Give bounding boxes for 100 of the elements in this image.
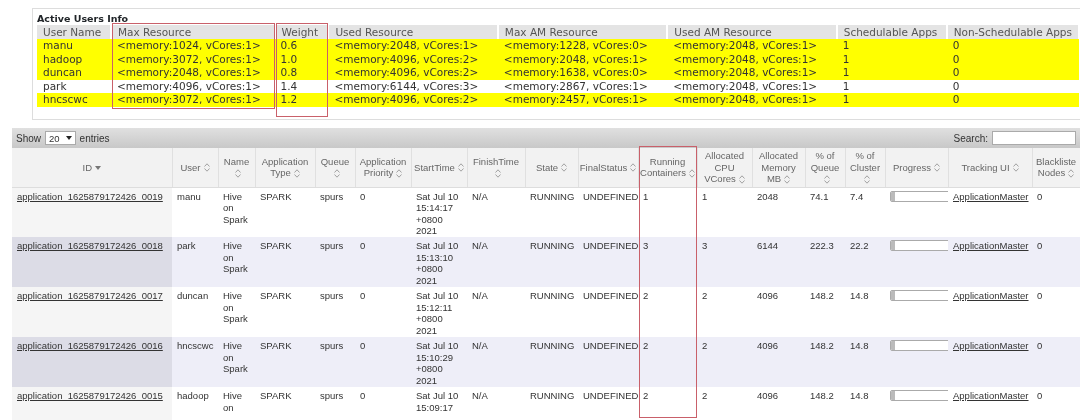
sort-icon (1068, 169, 1075, 179)
table-cell: <memory:2048, vCores:1> (667, 66, 837, 80)
column-header: Weight (274, 25, 329, 39)
sort-icon (630, 163, 637, 173)
table-cell: hncscwc (37, 93, 111, 107)
table-cell: 148.2 (810, 290, 834, 301)
table-cell: <memory:2048, vCores:1> (667, 39, 837, 53)
table-cell: <memory:4096, vCores:1> (110, 79, 275, 93)
table-cell: UNDEFINED (583, 190, 639, 202)
table-cell: 2 (702, 390, 708, 401)
column-header[interactable]: % of Cluster (845, 148, 885, 187)
table-cell: park (177, 240, 196, 251)
column-header[interactable]: Tracking UI (948, 148, 1032, 187)
table-cell: Hive on Spark (223, 340, 248, 374)
table-cell: SPARK (260, 340, 292, 351)
table-link[interactable]: ApplicationMaster (953, 190, 1029, 202)
sort-icon (561, 163, 568, 173)
table-cell: 2 (702, 290, 708, 301)
table-cell: 0 (360, 390, 366, 401)
table-cell: SPARK (260, 390, 292, 401)
table-cell: <memory:2867, vCores:1> (497, 79, 668, 93)
column-header[interactable]: StartTime (411, 148, 467, 187)
table-cell: <memory:3072, vCores:1> (110, 93, 275, 107)
table-cell: N/A (472, 390, 488, 401)
column-header[interactable]: Allocated CPU VCores (697, 148, 752, 187)
table-cell: 0 (1037, 240, 1043, 251)
table-cell: 2 (643, 340, 649, 351)
table-cell: 0 (360, 290, 366, 301)
table-cell: 1 (836, 39, 947, 53)
table-cell: 74.1 (810, 190, 829, 202)
search-field[interactable] (992, 131, 1076, 145)
column-header[interactable]: User (172, 148, 218, 187)
table-cell: <memory:1024, vCores:1> (110, 39, 275, 53)
column-header[interactable]: % of Queue (805, 148, 845, 187)
column-header: Used AM Resource (667, 25, 837, 39)
column-header: Schedulable Apps (836, 25, 947, 39)
sort-icon (688, 169, 695, 179)
sort-icon (863, 175, 870, 184)
table-cell: <memory:2048, vCores:1> (667, 79, 837, 93)
table-cell: UNDEFINED (583, 390, 639, 401)
table-cell: 22.2 (850, 240, 869, 251)
table-cell: 3 (643, 240, 649, 251)
table-cell: RUNNING (530, 290, 575, 301)
sort-icon (333, 169, 340, 179)
table-cell: 0 (946, 93, 1079, 107)
table-cell: 148.2 (810, 390, 834, 401)
column-header[interactable]: Progress (885, 148, 948, 187)
column-header[interactable]: FinalStatus (578, 148, 638, 187)
column-header[interactable]: Queue (315, 148, 355, 187)
column-header: Max AM Resource (497, 25, 668, 39)
column-header[interactable]: Application Priority (355, 148, 411, 187)
table-cell: 0 (360, 240, 366, 251)
table-cell: park (37, 79, 111, 93)
table-cell: 0 (360, 340, 366, 351)
sort-descending-icon (95, 166, 101, 170)
table-cell: spurs (320, 190, 344, 202)
table-cell: 0 (360, 190, 366, 202)
table-cell: 3 (702, 240, 708, 251)
table-cell: 14.8 (850, 340, 869, 351)
table-cell: 4096 (757, 340, 779, 351)
table-cell: <memory:1638, vCores:0> (497, 66, 668, 80)
table-link[interactable]: ApplicationMaster (953, 240, 1029, 251)
table-cell: RUNNING (530, 340, 575, 351)
table-cell: <memory:2457, vCores:1> (497, 93, 668, 107)
column-header[interactable]: Blackliste Nodes (1032, 148, 1080, 187)
column-header: Used Resource (328, 25, 498, 39)
table-cell: SPARK (260, 240, 292, 251)
column-header[interactable]: FinishTime (467, 148, 525, 187)
table-link[interactable]: ApplicationMaster (953, 390, 1029, 401)
table-cell: 0 (1037, 390, 1043, 401)
table-cell: 4096 (757, 390, 779, 401)
table-cell: 0 (946, 79, 1079, 93)
table-cell: spurs (320, 390, 344, 401)
table-cell: 14.8 (850, 390, 869, 401)
table-cell: hncscwc (177, 340, 214, 351)
table-cell: Sat Jul 10 15:13:10 +0800 2021 (416, 240, 459, 286)
column-header[interactable]: ID (12, 148, 172, 187)
column-header[interactable]: State (525, 148, 578, 187)
table-cell: 6144 (757, 240, 779, 251)
table-cell: 0 (1037, 190, 1043, 202)
table-cell: N/A (472, 340, 488, 351)
table-link[interactable]: ApplicationMaster (953, 340, 1029, 351)
sort-icon (457, 163, 464, 173)
table-cell: duncan (177, 290, 209, 301)
column-header: User Name (37, 25, 111, 39)
table-cell: 1.4 (274, 79, 329, 93)
table-cell: 0 (946, 39, 1079, 53)
table-link[interactable]: ApplicationMaster (953, 290, 1029, 301)
column-header[interactable]: Running Containers (638, 148, 697, 187)
table-cell: manu (177, 190, 201, 202)
column-header[interactable]: Allocated Memory MB (752, 148, 805, 187)
table-cell: SPARK (260, 290, 292, 301)
sort-icon (235, 169, 241, 179)
table-cell: 2 (702, 340, 708, 351)
table-cell: 222.3 (810, 240, 834, 251)
sort-icon (784, 175, 791, 184)
table-cell: SPARK (260, 190, 292, 202)
page-size-select[interactable]: 20 (45, 131, 76, 145)
column-header[interactable]: Application Type (255, 148, 315, 187)
column-header[interactable]: Name (218, 148, 255, 187)
